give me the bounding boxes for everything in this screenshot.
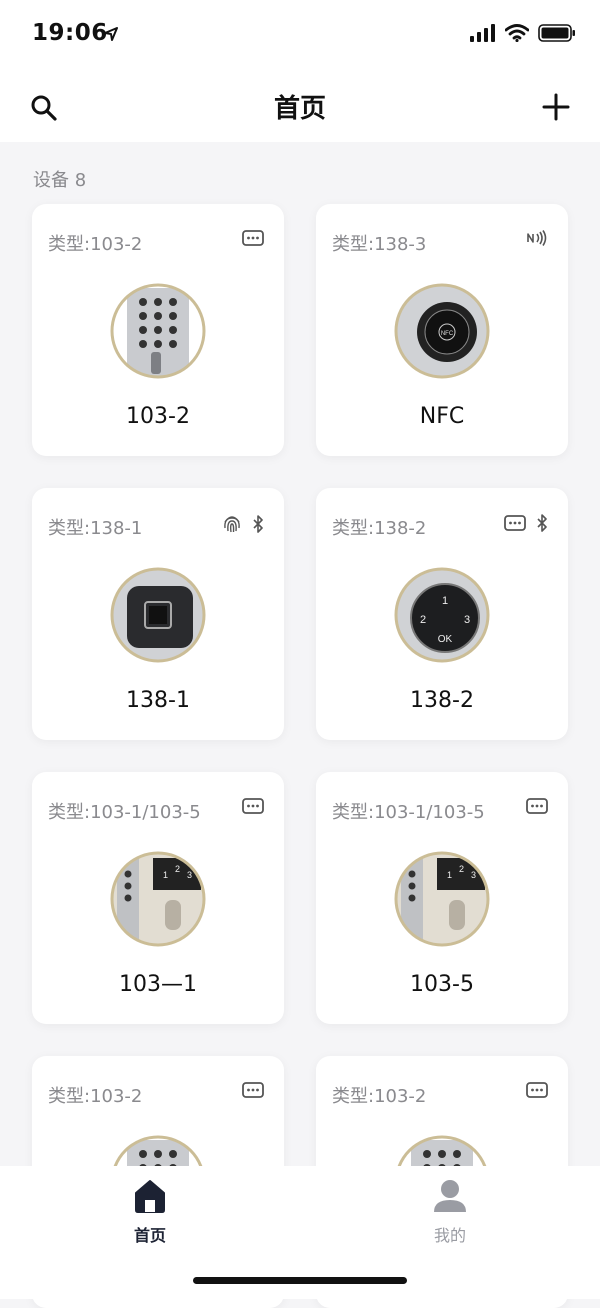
nfc-icon [526,230,548,246]
device-card[interactable]: 类型:138-1 138-1 [32,488,284,740]
plus-icon[interactable] [542,93,570,121]
svg-text:1: 1 [442,595,448,607]
device-capability-icons [526,230,548,246]
user-icon [434,1180,466,1212]
device-card[interactable]: 类型:103-1/103-5 1 2 3 103—1 [32,772,284,1024]
device-name: NFC [419,404,465,429]
device-count-title: 设备 8 [33,170,87,191]
svg-text:2: 2 [175,864,180,874]
device-capability-icons [222,514,264,534]
device-type-label: 类型:138-2 [332,518,427,539]
device-type-label: 类型:103-2 [332,1086,427,1107]
svg-text:2: 2 [420,614,426,626]
location-arrow-icon [104,27,118,41]
page-title: 首页 [273,94,326,124]
svg-text:OK: OK [438,634,453,645]
lock-image [109,282,207,380]
battery-icon [538,24,575,42]
device-capability-icons [526,1082,548,1098]
lock-image [109,566,207,664]
keypad-icon [504,515,526,531]
bluetooth-icon [536,514,548,532]
svg-text:3: 3 [471,870,476,880]
lock-image: 123 [109,850,207,948]
device-card[interactable]: 类型:138-3 NFC NFC [316,204,568,456]
tab-home[interactable]: 首页 [90,1178,210,1246]
bluetooth-icon [252,515,264,533]
home-indicator [193,1277,407,1284]
status-bar: 19:06 [0,0,600,72]
wifi-icon [505,24,529,42]
device-capability-icons [526,798,548,814]
svg-text:2: 2 [459,864,464,874]
device-card[interactable]: 类型:103-2 103-2 [32,204,284,456]
svg-text:1: 1 [163,870,168,880]
device-name: 103-5 [410,972,474,997]
lock-image: NFC [393,282,491,380]
device-name: 138-1 [126,688,190,713]
device-capability-icons [242,798,264,814]
device-name: 138-2 [410,688,474,713]
device-type-label: 类型:103-2 [48,1086,143,1107]
status-icons [470,24,576,42]
keypad-icon [526,1082,548,1098]
fingerprint-icon [222,514,242,534]
lock-image: 123 [393,850,491,948]
device-name: 103—1 [119,972,197,997]
device-type-label: 类型:103-1/103-5 [332,802,485,823]
lock-image: 1 2 3 OK [393,566,491,664]
svg-text:NFC: NFC [441,331,454,337]
device-type-label: 类型:103-2 [48,234,143,255]
device-capability-icons [242,1082,264,1098]
tab-home-label: 首页 [133,1226,166,1245]
device-capability-icons [242,230,264,246]
nav-bar: 首页 [0,72,600,142]
device-type-label: 类型:138-3 [332,234,427,255]
device-card[interactable]: 类型:103-1/103-5 1 2 3 103-5 [316,772,568,1024]
tab-me[interactable]: 我的 [390,1178,510,1246]
status-time: 19:06 [32,20,108,46]
device-type-label: 类型:138-1 [48,518,143,539]
keypad-icon [242,230,264,246]
device-card[interactable]: 类型:138-2 1 2 3 OK 138-2 [316,488,568,740]
signal-icon [470,24,495,42]
svg-text:3: 3 [187,870,192,880]
device-capability-icons [504,514,548,532]
svg-text:1: 1 [447,870,452,880]
keypad-icon [242,798,264,814]
keypad-icon [526,798,548,814]
keypad-icon [242,1082,264,1098]
device-grid: 类型:103-2 103-2 类型:138-3 NFC NFC 类型:138-1 138-1… [32,204,568,1308]
svg-text:3: 3 [464,614,470,626]
device-type-label: 类型:103-1/103-5 [48,802,201,823]
home-icon [135,1180,165,1213]
device-name: 103-2 [126,404,190,429]
tab-me-label: 我的 [433,1226,466,1245]
